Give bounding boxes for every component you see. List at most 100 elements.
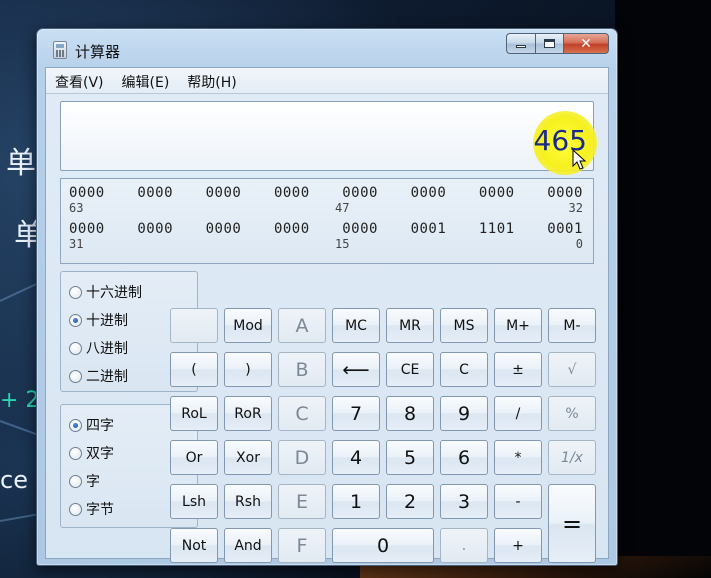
digit-2-button[interactable]: 2 xyxy=(386,484,434,519)
radio-dword[interactable]: 双字 xyxy=(69,443,114,463)
lsh-button[interactable]: Lsh xyxy=(170,484,218,519)
backspace-button[interactable]: ⟵ xyxy=(332,352,380,387)
radio-word[interactable]: 字 xyxy=(69,471,100,491)
button-label: - xyxy=(515,493,521,510)
digit-6-button[interactable]: 6 xyxy=(440,440,488,475)
button-label: Lsh xyxy=(182,493,206,510)
bit-group: 1101 xyxy=(478,221,515,237)
ror-button[interactable]: RoR xyxy=(224,396,272,431)
m-plus-button[interactable]: M+ xyxy=(494,308,542,343)
digit-8-button[interactable]: 8 xyxy=(386,396,434,431)
menu-edit[interactable]: 编辑(E) xyxy=(113,68,179,93)
percent-button: % xyxy=(548,396,596,431)
digit-7-button[interactable]: 7 xyxy=(332,396,380,431)
and-button[interactable]: And xyxy=(224,528,272,563)
digit-9-button[interactable]: 9 xyxy=(440,396,488,431)
radio-button[interactable] xyxy=(69,285,82,299)
mc-button[interactable]: MC xyxy=(332,308,380,343)
m-minus-button[interactable]: M- xyxy=(548,308,596,343)
menu-view[interactable]: 查看(V) xyxy=(46,68,113,93)
divide-button[interactable]: / xyxy=(494,396,542,431)
button-label: Mod xyxy=(233,317,263,334)
xor-button[interactable]: Xor xyxy=(224,440,272,475)
multiply-button[interactable]: * xyxy=(494,440,542,475)
hex-e-button[interactable]: E xyxy=(278,484,326,519)
bit-position-label: 47 xyxy=(335,201,350,215)
left-paren-button[interactable]: ( xyxy=(170,352,218,387)
bit-display: 0000 0000 0000 0000 0000 0000 0000 0000 … xyxy=(60,178,594,264)
plus-minus-button[interactable]: ± xyxy=(494,352,542,387)
radio-label: 四字 xyxy=(86,418,114,434)
bit-positions: 31 15 0 xyxy=(69,237,583,251)
not-button[interactable]: Not xyxy=(170,528,218,563)
button-label: E xyxy=(295,490,308,513)
bit-row-low: 0000 0000 0000 0000 0000 0001 1101 0001 … xyxy=(69,221,583,251)
button-label: M+ xyxy=(506,317,530,334)
rol-button[interactable]: RoL xyxy=(170,396,218,431)
radio-button[interactable] xyxy=(69,502,82,516)
digit-0-button[interactable]: 0 xyxy=(332,528,434,563)
bit-group: 0000 xyxy=(342,185,378,201)
bit-group: 0000 xyxy=(69,221,105,237)
hex-d-button[interactable]: D xyxy=(278,440,326,475)
radio-button[interactable] xyxy=(69,446,82,460)
digit-5-button[interactable]: 5 xyxy=(386,440,434,475)
digit-3-button[interactable]: 3 xyxy=(440,484,488,519)
ce-button[interactable]: CE xyxy=(386,352,434,387)
mouse-pointer-icon xyxy=(572,149,587,170)
hex-c-button[interactable]: C xyxy=(278,396,326,431)
digit-1-button[interactable]: 1 xyxy=(332,484,380,519)
digit-4-button[interactable]: 4 xyxy=(332,440,380,475)
clear-button[interactable]: C xyxy=(440,352,488,387)
close-icon: ✕ xyxy=(580,35,592,52)
background-text: ce xyxy=(0,466,28,494)
mr-button[interactable]: MR xyxy=(386,308,434,343)
plus-button[interactable]: + xyxy=(494,528,542,563)
bit-group: 0000 xyxy=(137,185,174,201)
background-dark-panel xyxy=(615,0,711,578)
hex-a-button[interactable]: A xyxy=(278,308,326,343)
hex-f-button[interactable]: F xyxy=(278,528,326,563)
background-text: + 2 xyxy=(0,388,40,413)
or-button[interactable]: Or xyxy=(170,440,218,475)
button-label: 8 xyxy=(403,402,417,425)
radio-button[interactable] xyxy=(69,313,82,327)
ms-button[interactable]: MS xyxy=(440,308,488,343)
button-label: Not xyxy=(181,537,207,554)
radio-bin[interactable]: 二进制 xyxy=(69,366,128,386)
radio-button[interactable] xyxy=(69,369,82,383)
minimize-button[interactable] xyxy=(506,33,535,54)
bit-row-high: 0000 0000 0000 0000 0000 0000 0000 0000 … xyxy=(69,185,583,215)
minus-button[interactable]: - xyxy=(494,484,542,519)
bit-group: 0000 xyxy=(410,185,447,201)
radio-button[interactable] xyxy=(69,341,82,355)
button-label: 1/x xyxy=(561,449,583,466)
sqrt-button: √ xyxy=(548,352,596,387)
equals-button[interactable]: = xyxy=(548,484,596,563)
radio-dec[interactable]: 十进制 xyxy=(69,310,128,330)
background-text: 单 xyxy=(6,146,36,181)
button-label: ( xyxy=(191,361,197,378)
radio-byte[interactable]: 字节 xyxy=(69,499,114,519)
rsh-button[interactable]: Rsh xyxy=(224,484,272,519)
button-label: 0 xyxy=(376,534,390,557)
button-label: Or xyxy=(185,449,203,466)
button-label: C xyxy=(295,402,309,425)
radio-button[interactable] xyxy=(69,418,82,432)
radio-hex[interactable]: 十六进制 xyxy=(69,282,142,302)
right-paren-button[interactable]: ) xyxy=(224,352,272,387)
title-bar[interactable]: 计算器 ✕ xyxy=(37,29,617,67)
mod-button[interactable]: Mod xyxy=(224,308,272,343)
bit-groups: 0000 0000 0000 0000 0000 0001 1101 0001 xyxy=(69,221,583,237)
radio-oct[interactable]: 八进制 xyxy=(69,338,128,358)
radio-button[interactable] xyxy=(69,474,82,488)
maximize-button[interactable] xyxy=(535,33,563,54)
hex-b-button[interactable]: B xyxy=(278,352,326,387)
radio-qword[interactable]: 四字 xyxy=(69,415,114,435)
decimal-button: . xyxy=(440,528,488,563)
bit-group: 0001 xyxy=(410,221,447,237)
button-label: 7 xyxy=(349,402,363,425)
close-button[interactable]: ✕ xyxy=(563,33,609,54)
menu-help[interactable]: 帮助(H) xyxy=(178,68,245,93)
button-label: % xyxy=(565,405,579,422)
